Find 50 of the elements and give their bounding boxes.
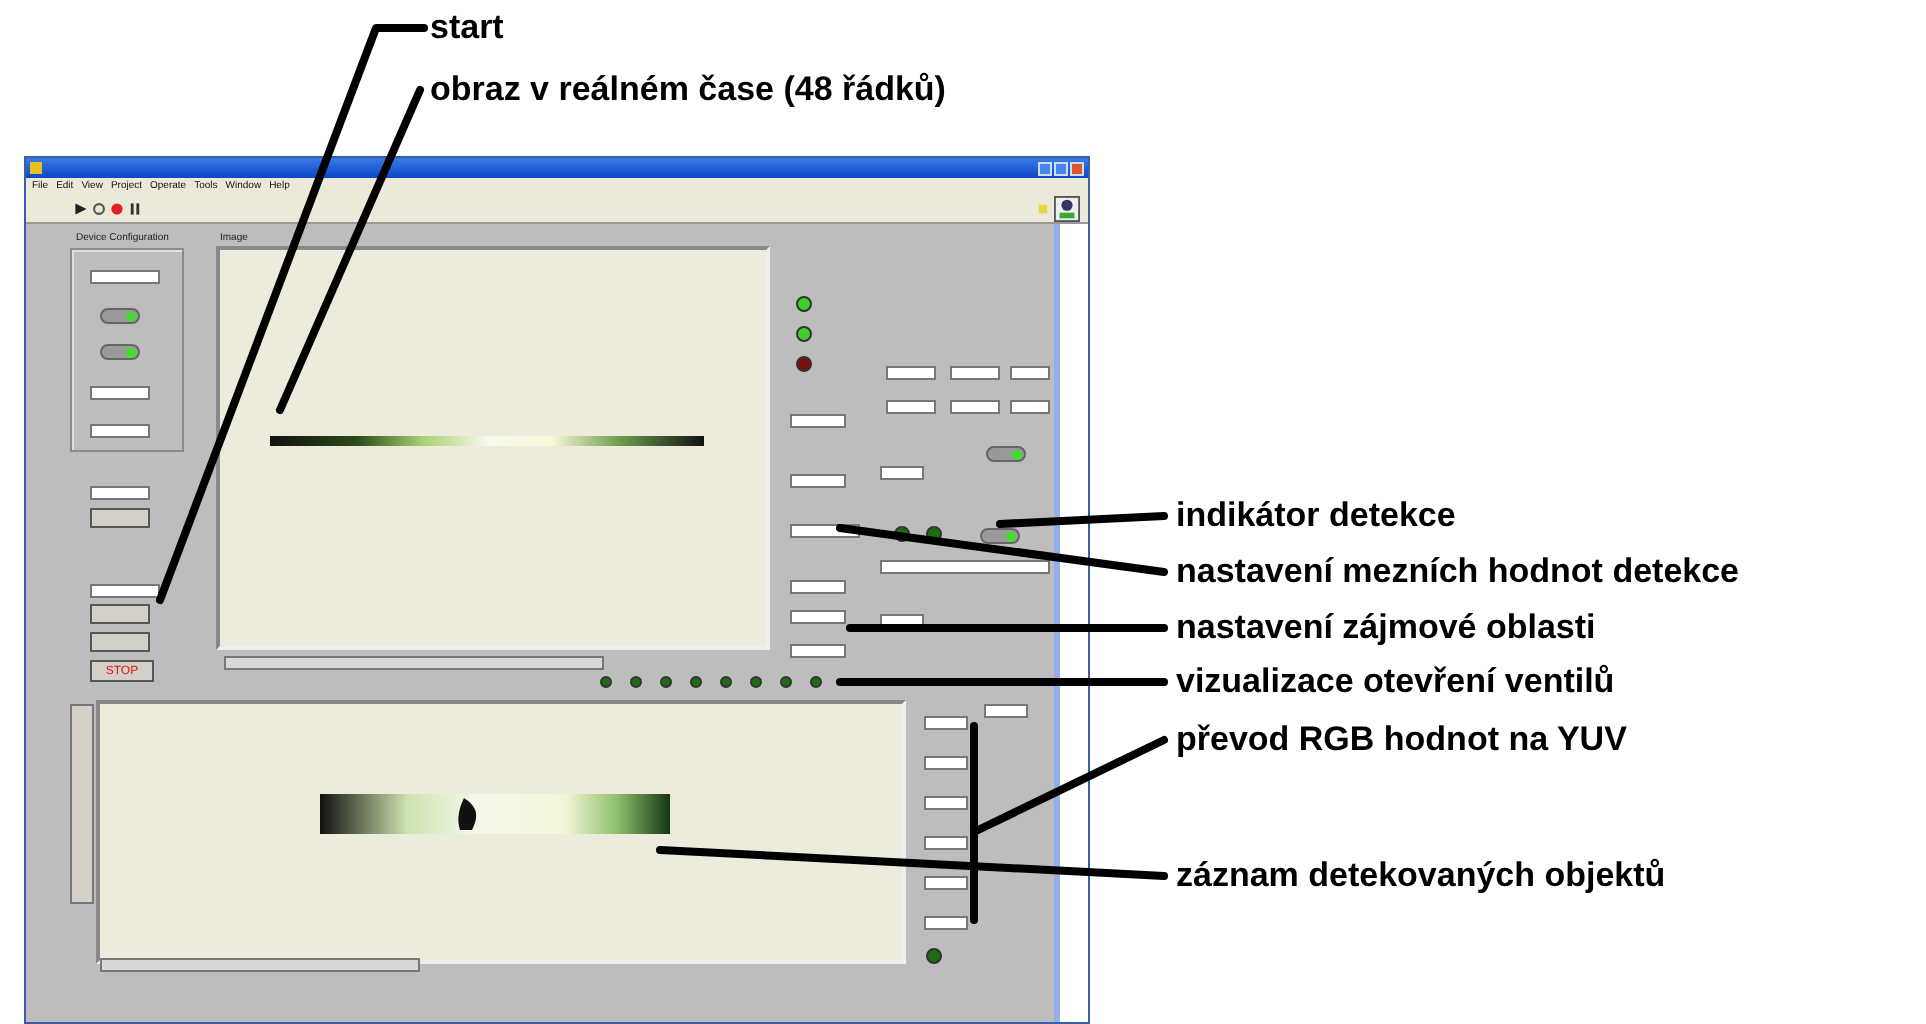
minimize-button[interactable] [1038,161,1052,175]
annotation-label: indikátor detekce [1176,496,1456,536]
toggle-switch[interactable] [100,344,140,360]
input-field[interactable] [90,270,160,284]
input-field[interactable] [790,474,846,488]
input-field[interactable] [790,644,846,658]
input-field[interactable] [984,704,1028,718]
input-field[interactable] [924,716,968,730]
input-field[interactable] [90,486,150,500]
annotation-label: záznam detekovaných objektů [1176,856,1666,896]
input-field[interactable] [924,916,968,930]
push-button[interactable] [90,508,150,528]
annotation-label: převod RGB hodnot na YUV [1176,720,1627,760]
annotation-label: nastavení mezních hodnot detekce [1176,552,1740,592]
input-field[interactable] [924,756,968,770]
close-button[interactable] [1070,161,1084,175]
input-field[interactable] [790,414,846,428]
input-field[interactable] [886,400,936,414]
input-field[interactable] [880,466,924,480]
input-field[interactable] [1010,366,1050,380]
push-button[interactable] [90,604,150,624]
annotation-label: start [430,8,504,48]
run-icon[interactable] [74,202,88,216]
input-field[interactable] [1010,400,1050,414]
annotation-label: vizualizace otevření ventilů [1176,662,1615,702]
run-continuously-icon[interactable] [92,202,106,216]
toggle-switch[interactable] [986,446,1026,462]
push-button[interactable] [90,632,150,652]
annotation-label: nastavení zájmové oblasti [1176,608,1596,648]
input-field[interactable] [90,584,160,598]
annotation-label: obraz v reálném čase (48 řádků) [430,70,946,110]
input-field[interactable] [950,366,1000,380]
input-field[interactable] [790,610,846,624]
toggle-switch[interactable] [100,308,140,324]
toggle-switch[interactable] [980,528,1020,544]
input-field[interactable] [90,424,150,438]
input-field[interactable] [924,836,968,850]
input-field[interactable] [950,400,1000,414]
input-field[interactable] [90,386,150,400]
vi-icon[interactable] [1054,196,1080,222]
maximize-button[interactable] [1054,161,1068,175]
tool-palette[interactable] [70,704,94,904]
input-field[interactable] [924,796,968,810]
app-icon [30,162,42,174]
pause-icon[interactable] [128,202,142,216]
input-field[interactable] [790,580,846,594]
abort-icon[interactable] [110,202,124,216]
input-field[interactable] [880,560,1050,574]
input-field[interactable] [924,876,968,890]
input-field[interactable] [886,366,936,380]
